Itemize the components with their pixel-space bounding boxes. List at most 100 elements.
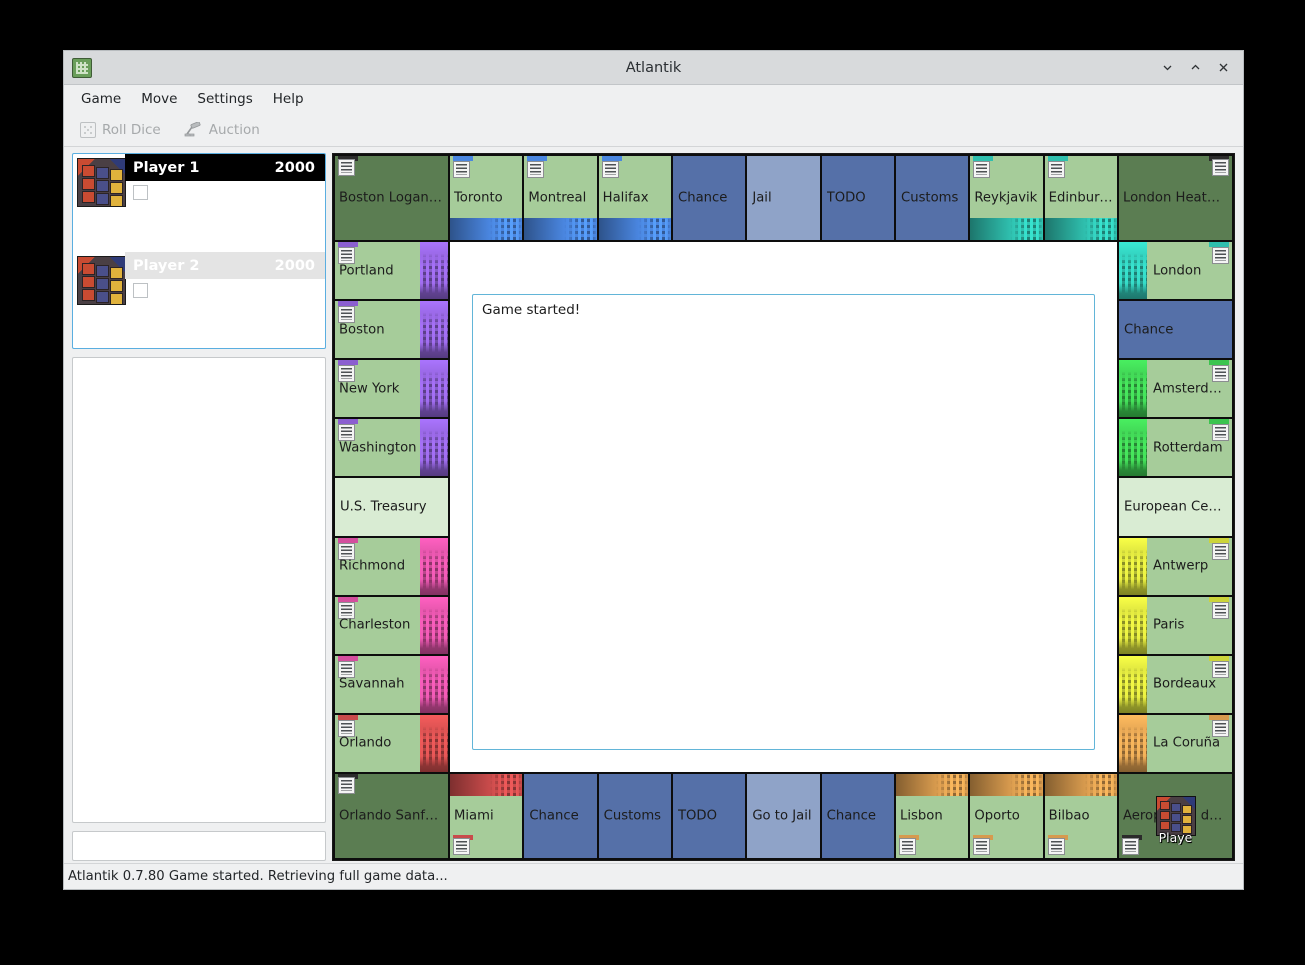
- estate-details-icon[interactable]: [602, 161, 619, 178]
- board-cell-paris[interactable]: Paris: [1119, 597, 1232, 654]
- estate-details-icon[interactable]: [338, 424, 355, 441]
- estate-details-icon[interactable]: [1212, 602, 1229, 619]
- board-cell-washington[interactable]: Washington: [335, 419, 448, 476]
- estate-details-icon[interactable]: [1212, 720, 1229, 737]
- board-cell-u-s-treasury[interactable]: U.S. Treasury: [335, 478, 448, 535]
- dither-pattern: [599, 218, 671, 240]
- board-cell-oporto[interactable]: Oporto: [970, 774, 1042, 858]
- estate-details-icon[interactable]: [1212, 159, 1229, 176]
- board-cell-boston-logan-i[interactable]: Boston Logan I...: [335, 156, 448, 240]
- board-cell-todo[interactable]: TODO: [822, 156, 894, 240]
- board-cell-label: TODO: [827, 191, 890, 206]
- estate-details-icon[interactable]: [338, 720, 355, 737]
- board-cell-customs[interactable]: Customs: [896, 156, 968, 240]
- dither-pattern: [1119, 419, 1147, 476]
- board-cell-antwerp[interactable]: Antwerp: [1119, 538, 1232, 595]
- estate-details-icon[interactable]: [1048, 838, 1065, 855]
- menu-move[interactable]: Move: [132, 87, 186, 111]
- minimize-icon[interactable]: [1155, 56, 1179, 80]
- board-cell-london[interactable]: London: [1119, 242, 1232, 299]
- estate-details-icon[interactable]: [338, 365, 355, 382]
- toolbar: Roll Dice Auction: [64, 113, 1243, 147]
- board-cell-label: European Cent...: [1124, 499, 1228, 514]
- board-cell-amsterdam[interactable]: Amsterdam: [1119, 360, 1232, 417]
- player-list: Player 1 2000 Player 2 2000: [72, 153, 326, 349]
- estate-details-icon[interactable]: [338, 602, 355, 619]
- board-cell-orlando[interactable]: Orlando: [335, 715, 448, 772]
- board-cell-miami[interactable]: Miami: [450, 774, 522, 858]
- board-cell-label: Montreal: [528, 191, 593, 206]
- dither-pattern: [970, 774, 1042, 796]
- estate-group-strip: [420, 715, 448, 772]
- estate-details-icon[interactable]: [1212, 543, 1229, 560]
- estate-details-icon[interactable]: [1122, 838, 1139, 855]
- board-cell-bilbao[interactable]: Bilbao: [1045, 774, 1117, 858]
- estate-details-icon[interactable]: [338, 306, 355, 323]
- estate-details-icon[interactable]: [1212, 661, 1229, 678]
- board-cell-toronto[interactable]: Toronto: [450, 156, 522, 240]
- roll-dice-button[interactable]: Roll Dice: [74, 119, 167, 141]
- estate-details-icon[interactable]: [527, 161, 544, 178]
- estate-details-icon[interactable]: [1048, 161, 1065, 178]
- board-cell-todo[interactable]: TODO: [673, 774, 745, 858]
- board-cell-montreal[interactable]: Montreal: [524, 156, 596, 240]
- board-cell-chance[interactable]: Chance: [673, 156, 745, 240]
- roll-dice-label: Roll Dice: [102, 122, 161, 138]
- board-cell-halifax[interactable]: Halifax: [599, 156, 671, 240]
- board-cell-boston[interactable]: Boston: [335, 301, 448, 358]
- board-cell-london-heathr[interactable]: London Heathr...: [1119, 156, 1232, 240]
- board-cell-new-york[interactable]: New York: [335, 360, 448, 417]
- board-cell-lisbon[interactable]: Lisbon: [896, 774, 968, 858]
- board-cell-label: Boston: [339, 322, 418, 337]
- player-card-2[interactable]: Player 2 2000: [73, 252, 325, 349]
- board-cell-chance[interactable]: Chance: [822, 774, 894, 858]
- menu-help[interactable]: Help: [264, 87, 313, 111]
- board-cell-orlando-sanfor[interactable]: Orlando Sanfor...: [335, 774, 448, 858]
- estate-details-icon[interactable]: [338, 247, 355, 264]
- close-icon[interactable]: [1211, 56, 1235, 80]
- board-cell-edinburgh[interactable]: Edinburgh: [1045, 156, 1117, 240]
- board-cell-rotterdam[interactable]: Rotterdam: [1119, 419, 1232, 476]
- auction-button[interactable]: Auction: [177, 119, 266, 141]
- estate-details-icon[interactable]: [1212, 365, 1229, 382]
- player-1-token: [77, 158, 126, 207]
- board-cell-reykjavik[interactable]: Reykjavik: [970, 156, 1042, 240]
- game-log[interactable]: Game started!: [472, 294, 1095, 750]
- estate-details-icon[interactable]: [453, 161, 470, 178]
- estate-details-icon[interactable]: [338, 661, 355, 678]
- estate-details-icon[interactable]: [338, 159, 355, 176]
- board-cell-label: Halifax: [603, 191, 668, 206]
- menu-game[interactable]: Game: [72, 87, 130, 111]
- player-2-checkbox[interactable]: [133, 283, 148, 298]
- dither-pattern: [1045, 774, 1117, 796]
- menu-settings[interactable]: Settings: [188, 87, 261, 111]
- maximize-icon[interactable]: [1183, 56, 1207, 80]
- dither-pattern: [970, 218, 1042, 240]
- board-cell-savannah[interactable]: Savannah: [335, 656, 448, 713]
- board-cell-aeropuerto-de[interactable]: Aeropuerto de ...Playe: [1119, 774, 1232, 858]
- estate-details-icon[interactable]: [338, 543, 355, 560]
- chat-input[interactable]: [73, 832, 325, 860]
- estate-details-icon[interactable]: [338, 777, 355, 794]
- board-cell-richmond[interactable]: Richmond: [335, 538, 448, 595]
- estate-details-icon[interactable]: [973, 838, 990, 855]
- board-cell-portland[interactable]: Portland: [335, 242, 448, 299]
- board-cell-customs[interactable]: Customs: [599, 774, 671, 858]
- board-cell-bordeaux[interactable]: Bordeaux: [1119, 656, 1232, 713]
- player-2-token: [77, 256, 126, 305]
- board-cell-charleston[interactable]: Charleston: [335, 597, 448, 654]
- dither-pattern: [420, 242, 448, 299]
- board-cell-la-coru-a[interactable]: La Coruña: [1119, 715, 1232, 772]
- board-cell-jail[interactable]: Jail: [747, 156, 819, 240]
- estate-details-icon[interactable]: [899, 838, 916, 855]
- board-cell-go-to-jail[interactable]: Go to Jail: [747, 774, 819, 858]
- board-cell-chance[interactable]: Chance: [1119, 301, 1232, 358]
- estate-details-icon[interactable]: [1212, 247, 1229, 264]
- estate-details-icon[interactable]: [973, 161, 990, 178]
- player-card-1[interactable]: Player 1 2000: [73, 154, 325, 252]
- player-1-checkbox[interactable]: [133, 185, 148, 200]
- estate-details-icon[interactable]: [1212, 424, 1229, 441]
- estate-details-icon[interactable]: [453, 838, 470, 855]
- board-cell-chance[interactable]: Chance: [524, 774, 596, 858]
- board-cell-european-cent[interactable]: European Cent...: [1119, 478, 1232, 535]
